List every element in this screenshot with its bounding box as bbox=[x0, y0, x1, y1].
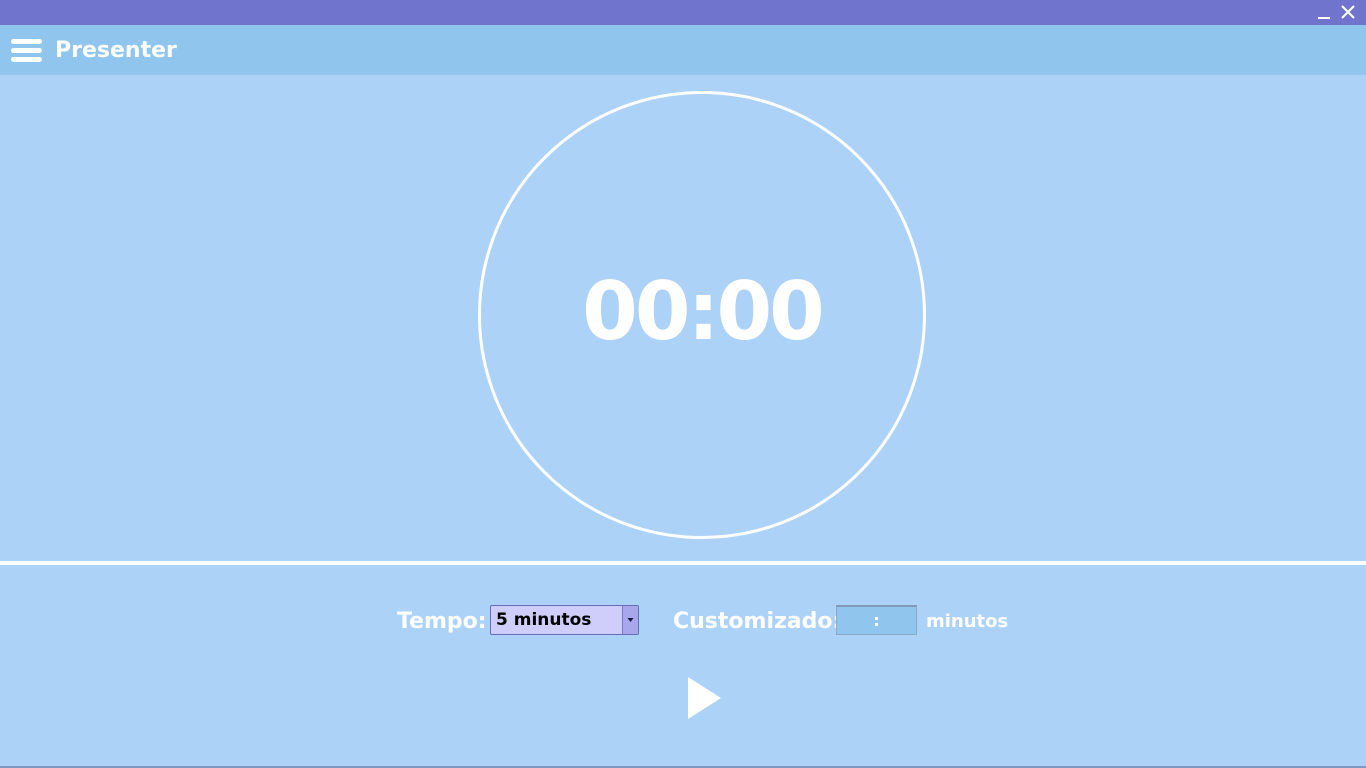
dropdown-arrow-button[interactable] bbox=[622, 606, 638, 634]
tempo-select[interactable]: 5 minutos bbox=[490, 605, 639, 635]
chevron-down-icon bbox=[627, 618, 634, 622]
window-title-bar bbox=[0, 0, 1366, 25]
minimize-button[interactable] bbox=[1313, 0, 1335, 25]
custom-time-input[interactable]: : bbox=[836, 605, 917, 635]
app-title: Presenter bbox=[55, 38, 177, 63]
close-button[interactable] bbox=[1337, 0, 1359, 25]
hamburger-menu-icon bbox=[11, 39, 42, 62]
minimize-icon bbox=[1318, 17, 1330, 19]
close-icon bbox=[1341, 5, 1355, 19]
app-header: Presenter bbox=[0, 25, 1366, 75]
play-button[interactable] bbox=[684, 676, 724, 720]
section-divider bbox=[0, 561, 1366, 565]
custom-label: Customizado: bbox=[673, 609, 842, 634]
play-icon bbox=[688, 677, 721, 719]
custom-time-separator: : bbox=[873, 611, 880, 630]
timer-display: 00:00 bbox=[582, 265, 825, 358]
tempo-selected-value: 5 minutos bbox=[496, 610, 592, 630]
hamburger-menu-button[interactable] bbox=[10, 38, 44, 64]
custom-unit-label: minutos bbox=[926, 611, 1009, 632]
tempo-label: Tempo: bbox=[397, 609, 487, 634]
